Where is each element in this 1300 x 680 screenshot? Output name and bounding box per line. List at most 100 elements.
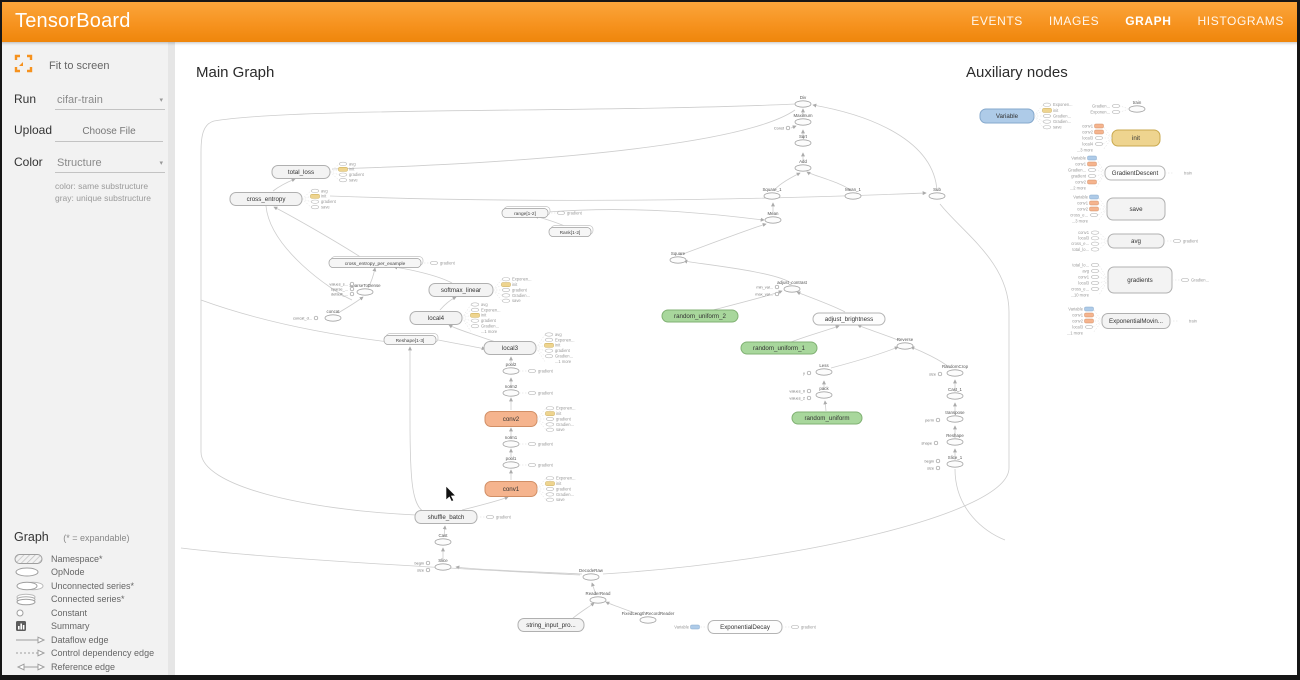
tab-events[interactable]: EVENTS (971, 14, 1023, 28)
graph-node-reshape[interactable]: Reshape (946, 433, 964, 445)
graph-node-variable[interactable]: VariableExponen...initGradien...Gradien.… (980, 102, 1073, 129)
graph-node-gradientdescent[interactable]: GradientDescenttrainVariableconv1Gradien… (1068, 155, 1193, 190)
tab-graph[interactable]: GRAPH (1125, 14, 1171, 28)
graph-node-values-0[interactable]: values_0 (789, 389, 810, 394)
svg-text:adjust_contrast: adjust_contrast (777, 280, 808, 285)
graph-node-size[interactable]: size (929, 372, 942, 377)
run-select[interactable]: cifar-train ▾ (55, 92, 165, 110)
graph-node-range-1-2[interactable]: range[1-2]gradient (502, 207, 583, 218)
graph-node-softmax-linear[interactable]: softmax_linearExponen...initgradientGrad… (429, 277, 532, 304)
graph-node-random-uniform[interactable]: random_uniform (792, 412, 862, 424)
graph-node-square-1[interactable]: Square_1 (762, 187, 782, 199)
color-select[interactable]: Structure ▾ (55, 155, 165, 173)
graph-node-gradients[interactable]: gradientsGradien...total_lo...avgconv1lo… (1071, 262, 1209, 297)
graph-node-fixedlengthrecordreader[interactable]: FixedLengthRecordReader (622, 611, 675, 623)
tab-images[interactable]: IMAGES (1049, 14, 1099, 28)
svg-text:gradient: gradient (1183, 238, 1199, 243)
graph-node-string-input-pro[interactable]: string_input_pro... (518, 619, 584, 632)
svg-text:avg: avg (349, 161, 356, 166)
graph-node-mean[interactable]: Mean (765, 211, 781, 223)
svg-text:transpose: transpose (945, 410, 965, 415)
graph-node-min-val[interactable]: min_val... (756, 285, 778, 290)
graph-node-square[interactable]: Square (670, 251, 686, 263)
control-dependency-edge-icon (14, 648, 48, 658)
tab-histograms[interactable]: HISTOGRAMS (1198, 14, 1284, 28)
graph-node-maximum[interactable]: Maximum (793, 113, 812, 125)
svg-text:conv1: conv1 (1078, 274, 1090, 279)
graph-node-random-uniform-1[interactable]: random_uniform_1 (741, 342, 817, 354)
svg-text:Sub: Sub (933, 187, 941, 192)
graph-node-adjust-brightness[interactable]: adjust_brightness (813, 313, 885, 325)
graph-node-cross-entropy-per-example[interactable]: cross_entropy_per_examplegradient (329, 257, 456, 268)
graph-node-conv2[interactable]: conv2Exponen...initgradientGradien...sav… (485, 406, 576, 433)
graph-node-div[interactable]: Div (795, 95, 811, 107)
legend-item-connected-series: Connected series* (14, 593, 168, 607)
graph-node-local4[interactable]: local4avgExponen...initgradientGradien..… (410, 302, 501, 334)
graph-node-begin[interactable]: begin (924, 459, 939, 464)
fit-to-screen-label[interactable]: Fit to screen (49, 60, 110, 72)
graph-node-init[interactable]: initconv1conv2local3local4...3 more (1077, 123, 1160, 152)
svg-text:init: init (1132, 135, 1140, 142)
graph-node-norm1[interactable]: norm1gradient (503, 435, 554, 447)
graph-node-decoderaw[interactable]: DecodeRaw (579, 568, 604, 580)
graph-node-shuffle-batch[interactable]: shuffle_batchgradient (415, 511, 512, 524)
graph-node-cross-entropy[interactable]: cross_entropyavginitgradientsave (230, 188, 337, 209)
graph-node-total-loss[interactable]: total_lossavginitgradientsave (272, 161, 365, 182)
graph-node-add[interactable]: Add (795, 159, 811, 171)
constant-icon (14, 608, 48, 618)
graph-node-transpose[interactable]: transpose (945, 410, 965, 422)
svg-text:concat_d...: concat_d... (293, 316, 312, 321)
svg-text:conv1: conv1 (1082, 123, 1094, 128)
graph-node-values-2[interactable]: values_2 (789, 396, 810, 401)
graph-node-concat[interactable]: concat (325, 309, 341, 321)
graph-node-y[interactable]: y (803, 371, 811, 376)
graph-node-sqrt[interactable]: Sqrt (795, 134, 811, 146)
graph-node-exponentialmovin[interactable]: ExponentialMovin...trainVariableconv1con… (1067, 306, 1198, 335)
graph-node-readerread[interactable]: ReaderRead (586, 591, 611, 603)
svg-text:train: train (1133, 100, 1142, 105)
graph-node-default[interactable]: default_... (331, 292, 354, 297)
graph-node-slice-1[interactable]: Slice_1 (947, 455, 963, 467)
graph-node-begin[interactable]: begin (414, 561, 429, 566)
graph-node-size[interactable]: size (417, 568, 430, 573)
svg-text:save: save (1053, 125, 1062, 130)
graph-node-perm[interactable]: perm (925, 418, 940, 423)
graph-node-cast[interactable]: Cast (435, 533, 451, 545)
graph-node-avg[interactable]: avggradientconv1local3cross_e...total_lo… (1071, 230, 1198, 252)
graph-node-shape[interactable]: shape (921, 441, 937, 446)
graph-node-pool2[interactable]: pool2gradient (503, 362, 554, 374)
graph-node-max-val[interactable]: max_val... (755, 292, 779, 297)
graph-node-reshape-1-3[interactable]: Reshape[1-3] (384, 334, 438, 345)
graph-node-const[interactable]: Const (774, 126, 790, 131)
choose-file-button[interactable]: Choose File (55, 124, 163, 142)
graph-node-sub[interactable]: Sub (929, 187, 945, 199)
graph-node-cast-1[interactable]: Cast_1 (947, 387, 963, 399)
graph-node-concat-d[interactable]: concat_d... (293, 316, 318, 321)
graph-canvas[interactable]: total_lossavginitgradientsave cross_entro… (175, 42, 1300, 680)
graph-node-pack[interactable]: pack (816, 386, 832, 398)
graph-node-conv1[interactable]: conv1Exponen...initgradientGradien...sav… (485, 476, 576, 503)
graph-node-local3[interactable]: local3avgExponen...initgradientGradien..… (484, 332, 575, 364)
svg-text:Exponen...: Exponen... (481, 307, 501, 312)
svg-text:conv2: conv2 (1082, 129, 1094, 134)
graph-node-reverse[interactable]: Reverse (897, 337, 914, 349)
sidebar-scrollbar[interactable] (168, 42, 175, 680)
graph-node-save[interactable]: saveVariableconv1conv2cross_e......3 mor… (1070, 194, 1165, 223)
graph-node-rank-1-2[interactable]: Rank[1-2] (549, 226, 593, 237)
graph-node-train[interactable]: trainGradien...Exponen... (1090, 100, 1145, 114)
svg-text:shuffle_batch: shuffle_batch (428, 514, 465, 521)
graph-node-size[interactable]: size (927, 466, 940, 471)
graph-node-slice[interactable]: Slice (435, 558, 451, 570)
svg-text:total_lo...: total_lo... (1072, 247, 1089, 252)
graph-node-randomcrop[interactable]: RandomCrop (942, 364, 969, 376)
graph-node-exponentialdecay[interactable]: ExponentialDecaygradientVariable (674, 621, 816, 634)
graph-node-norm2[interactable]: norm2gradient (503, 384, 554, 396)
graph-node-pool1[interactable]: pool1gradient (503, 456, 554, 468)
svg-text:Gradien...: Gradien... (556, 422, 574, 427)
unconnected-series-icon (14, 580, 48, 592)
graph-node-adjust-contrast[interactable]: adjust_contrast (777, 280, 808, 292)
graph-node-random-uniform-2[interactable]: random_uniform_2 (662, 310, 738, 322)
fit-to-screen-icon[interactable] (14, 54, 33, 78)
graph-node-mean-1[interactable]: Mean_1 (845, 187, 861, 199)
graph-node-less[interactable]: Less (816, 363, 832, 375)
